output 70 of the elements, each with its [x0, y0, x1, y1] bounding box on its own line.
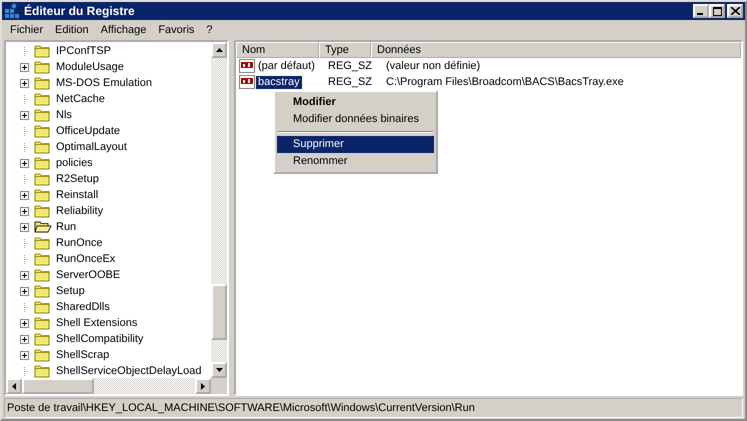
scroll-left-icon[interactable] [12, 382, 16, 390]
registry-path: Poste de travail\HKEY_LOCAL_MACHINE\SOFTWARE\Microsoft\Windows\CurrentVersion\Run [7, 402, 475, 414]
scroll-down-icon[interactable] [216, 368, 222, 372]
value-type: REG_SZ [327, 60, 374, 72]
scroll-right-icon[interactable] [201, 382, 205, 390]
value-data: C:\Program Files\Broadcom\BACS\BacsTray.exe [385, 76, 625, 88]
scroll-thumb[interactable] [22, 378, 94, 394]
expand-icon[interactable] [20, 286, 29, 296]
close-icon[interactable] [730, 7, 740, 15]
value-name[interactable]: (par défaut) [256, 60, 317, 72]
expand-icon[interactable] [20, 110, 29, 120]
horizontal-scrollbar[interactable] [6, 378, 227, 394]
value-name[interactable]: bacstray [256, 76, 302, 88]
menu-item[interactable]: ? [200, 24, 219, 36]
tree-item[interactable]: R2Setup [55, 173, 100, 185]
tree-item[interactable]: Reliability [55, 205, 104, 217]
menu-item[interactable]: Fichier [4, 24, 50, 36]
window-title: Éditeur du Registre [24, 4, 136, 18]
tree-item[interactable]: RunOnce [55, 237, 104, 249]
scroll-up-icon[interactable] [216, 48, 222, 52]
value-data: (valeur non définie) [385, 60, 482, 72]
expand-icon[interactable] [20, 62, 29, 72]
tree-item[interactable]: Shell Extensions [55, 317, 138, 329]
close-button[interactable] [727, 4, 743, 18]
string-value-icon [239, 75, 255, 89]
tree-item[interactable]: policies [55, 157, 94, 169]
tree-item[interactable]: ShellScrap [55, 349, 110, 361]
menu-item[interactable]: Affichage [94, 24, 152, 36]
vertical-scrollbar[interactable] [211, 42, 227, 378]
expand-icon[interactable] [20, 350, 29, 360]
expand-icon[interactable] [20, 318, 29, 328]
expand-icon[interactable] [20, 206, 29, 216]
menu-item[interactable]: Favoris [152, 24, 200, 36]
scrollbar-corner [211, 378, 227, 394]
expand-icon[interactable] [20, 270, 29, 280]
string-value-icon [239, 59, 255, 73]
context-menu-item[interactable]: Renommer [277, 153, 434, 170]
tree-item[interactable]: ShellServiceObjectDelayLoad [55, 365, 203, 377]
column-header[interactable]: Type [319, 42, 371, 58]
maximize-button[interactable] [709, 4, 725, 18]
context-menu-item[interactable]: Modifier données binaires [277, 111, 434, 128]
expand-icon[interactable] [20, 78, 29, 88]
tree-item[interactable]: Nls [55, 109, 73, 121]
tree-item[interactable]: RunOnceEx [55, 253, 116, 265]
tree-item[interactable]: ServerOOBE [55, 269, 122, 281]
tree-item[interactable]: Setup [55, 285, 86, 297]
tree-item[interactable]: IPConfTSP [55, 45, 112, 57]
column-header[interactable]: Données [371, 42, 741, 58]
menu-item[interactable]: Edition [49, 24, 95, 36]
tree-item[interactable]: ShellCompatibility [55, 333, 144, 345]
column-header[interactable]: Nom [236, 42, 319, 58]
tree-item[interactable]: Run [55, 221, 78, 233]
tree-item[interactable]: OptimalLayout [55, 141, 128, 153]
expand-icon[interactable] [20, 334, 29, 344]
registry-app-icon [4, 3, 20, 19]
minimize-button[interactable] [693, 4, 709, 18]
maximize-icon[interactable] [712, 6, 722, 16]
expand-icon[interactable] [20, 190, 29, 200]
tree-item[interactable]: OfficeUpdate [55, 125, 122, 137]
context-menu-item[interactable]: Supprimer [277, 136, 434, 153]
tree-item[interactable]: Reinstall [55, 189, 100, 201]
tree-item[interactable]: ModuleUsage [55, 61, 125, 73]
tree-item[interactable]: NetCache [55, 93, 106, 105]
scroll-thumb[interactable] [211, 284, 227, 340]
tree-item[interactable]: SharedDlls [55, 301, 111, 313]
context-menu-item[interactable]: Modifier [277, 94, 434, 111]
expand-icon[interactable] [20, 222, 29, 232]
value-type: REG_SZ [327, 76, 374, 88]
tree-item[interactable]: MS-DOS Emulation [55, 77, 153, 89]
expand-icon[interactable] [20, 158, 29, 168]
